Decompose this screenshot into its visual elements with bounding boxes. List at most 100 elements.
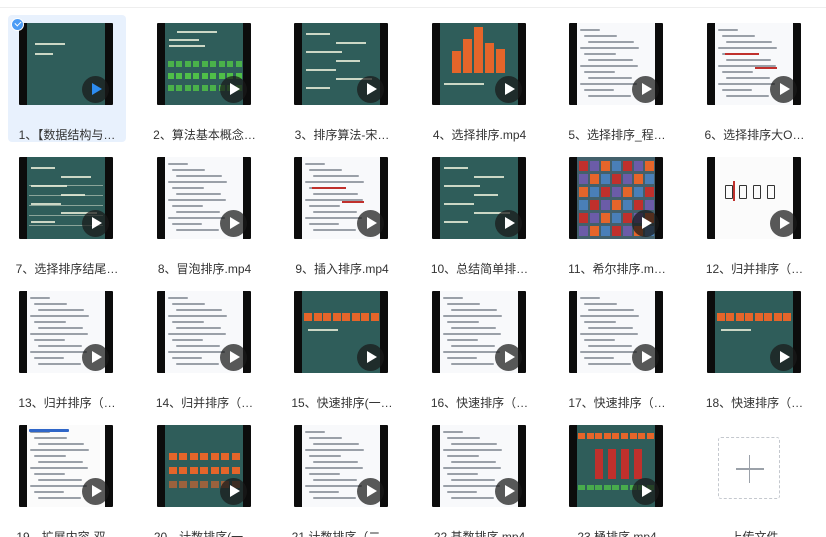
thumbnail-detail <box>200 453 208 460</box>
video-thumbnail[interactable] <box>294 425 388 507</box>
play-icon[interactable] <box>82 344 109 371</box>
play-icon[interactable] <box>494 76 522 103</box>
upload-box[interactable] <box>717 437 780 499</box>
play-icon[interactable] <box>769 210 797 237</box>
thumbnail-detail <box>721 35 755 37</box>
file-tile[interactable]: 2、算法基本概念… <box>146 15 264 142</box>
file-tile[interactable]: 15、快速排序(一… <box>283 283 401 410</box>
play-icon[interactable] <box>219 76 247 103</box>
play-icon[interactable] <box>632 210 659 237</box>
file-tile[interactable]: 5、选择排序_程… <box>558 15 676 142</box>
file-tile[interactable]: 3、排序算法-宋… <box>283 15 401 142</box>
play-icon[interactable] <box>769 76 797 103</box>
play-icon[interactable] <box>632 76 659 103</box>
video-thumbnail[interactable] <box>156 425 251 507</box>
checkmark-icon[interactable] <box>11 18 24 31</box>
play-icon[interactable] <box>357 344 384 371</box>
file-name: 16、快速排序（… <box>430 396 529 410</box>
thumbnail-detail <box>305 217 362 219</box>
thumbnail-detail <box>309 455 341 457</box>
file-tile[interactable]: 13、归并排序（… <box>8 283 126 410</box>
thumbnail-detail <box>168 453 177 460</box>
video-thumbnail[interactable] <box>156 291 251 373</box>
thumbnail-detail <box>309 169 342 171</box>
letterbox-left <box>569 291 577 373</box>
thumbnail-detail <box>171 303 205 305</box>
play-icon[interactable] <box>219 478 247 505</box>
video-thumbnail[interactable] <box>156 23 251 105</box>
thumbnail-detail <box>446 491 477 493</box>
file-tile[interactable]: 16、快速排序（… <box>421 283 539 410</box>
thumbnail-detail <box>601 213 610 223</box>
file-tile[interactable]: 18、快速排序（… <box>696 283 814 410</box>
thumbnail-detail <box>168 39 199 41</box>
letterbox-left <box>706 23 715 105</box>
thumbnail-detail <box>342 313 350 321</box>
video-thumbnail[interactable] <box>19 425 113 507</box>
file-tile[interactable]: 4、选择排序.mp4 <box>421 15 539 142</box>
file-tile[interactable]: 1、【数据结构与… <box>8 15 126 142</box>
play-icon[interactable] <box>357 478 384 505</box>
file-tile[interactable]: 23.桶排序.mp4 <box>558 417 676 537</box>
upload-tile[interactable]: 上传文件 <box>696 417 814 537</box>
video-thumbnail[interactable] <box>19 23 113 105</box>
play-icon[interactable] <box>82 76 109 103</box>
video-thumbnail[interactable] <box>706 291 801 373</box>
thumbnail-detail <box>612 187 621 197</box>
video-thumbnail[interactable] <box>431 157 526 239</box>
video-thumbnail[interactable] <box>294 157 388 239</box>
video-thumbnail[interactable] <box>294 23 388 105</box>
video-thumbnail[interactable] <box>569 157 663 239</box>
file-tile[interactable]: 19、扩展内容-双… <box>8 417 126 537</box>
thumbnail-detail <box>442 315 502 317</box>
thumbnail-detail <box>313 193 358 195</box>
play-icon[interactable] <box>494 478 522 505</box>
thumbnail-detail <box>603 485 611 490</box>
file-tile[interactable]: 8、冒泡排序.mp4 <box>146 149 264 276</box>
video-thumbnail[interactable] <box>156 157 251 239</box>
play-icon[interactable] <box>82 210 109 237</box>
file-tile[interactable]: 17、快速排序（… <box>558 283 676 410</box>
video-thumbnail[interactable] <box>294 291 388 373</box>
file-tile[interactable]: 21.计数排序（二… <box>283 417 401 537</box>
file-tile[interactable]: 10、总结简单排… <box>421 149 539 276</box>
video-thumbnail[interactable] <box>569 425 663 507</box>
file-tile[interactable]: 20、计数排序(一… <box>146 417 264 537</box>
play-icon[interactable] <box>769 344 797 371</box>
file-tile[interactable]: 7、选择排序结尾… <box>8 149 126 276</box>
play-icon[interactable] <box>494 344 522 371</box>
thumbnail-detail <box>586 433 594 439</box>
video-thumbnail[interactable] <box>431 291 526 373</box>
file-tile[interactable]: 11、希尔排序.m… <box>558 149 676 276</box>
file-tile[interactable]: 9、插入排序.mp4 <box>283 149 401 276</box>
play-icon[interactable] <box>219 344 247 371</box>
play-icon[interactable] <box>219 210 247 237</box>
video-thumbnail[interactable] <box>569 23 663 105</box>
file-name: 22.基数排序.mp4 <box>433 530 526 537</box>
play-icon[interactable] <box>82 478 109 505</box>
play-icon[interactable] <box>357 76 384 103</box>
thumbnail-detail <box>189 467 198 474</box>
video-thumbnail[interactable] <box>431 23 526 105</box>
play-icon[interactable] <box>357 210 384 237</box>
video-thumbnail[interactable] <box>706 157 801 239</box>
video-thumbnail[interactable] <box>19 291 113 373</box>
thumbnail-detail <box>443 185 480 187</box>
play-icon[interactable] <box>494 210 522 237</box>
thumbnail-detail <box>623 213 632 223</box>
file-name: 6、选择排序大O… <box>704 128 805 142</box>
file-name: 18、快速排序（… <box>705 396 804 410</box>
video-thumbnail[interactable] <box>569 291 663 373</box>
video-thumbnail[interactable] <box>706 23 801 105</box>
play-icon[interactable] <box>632 344 659 371</box>
file-tile[interactable]: 14、归并排序（… <box>146 283 264 410</box>
file-tile[interactable]: 6、选择排序大O… <box>696 15 814 142</box>
thumbnail-detail <box>171 321 204 323</box>
play-icon[interactable] <box>632 478 659 505</box>
file-tile[interactable]: 22.基数排序.mp4 <box>421 417 539 537</box>
video-thumbnail[interactable] <box>19 157 113 239</box>
thumbnail-detail <box>584 89 614 91</box>
file-tile[interactable]: 12、归并排序（… <box>696 149 814 276</box>
video-thumbnail[interactable] <box>431 425 526 507</box>
thumbnail-detail <box>473 27 483 73</box>
